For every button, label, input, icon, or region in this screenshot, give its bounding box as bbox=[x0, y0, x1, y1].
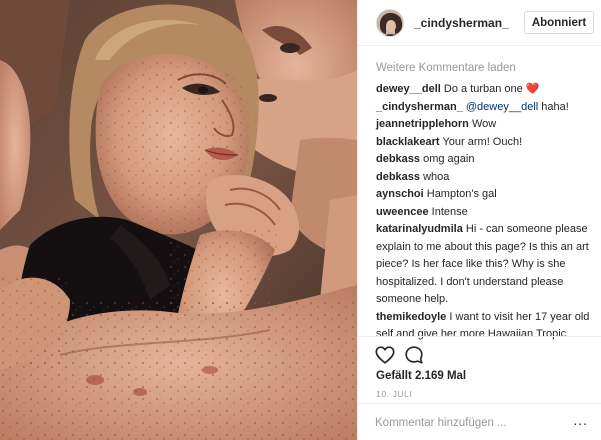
heart-emoji-icon: ❤️ bbox=[525, 83, 540, 95]
comment-item: _cindysherman_ @dewey__dell haha! bbox=[376, 99, 596, 117]
comment-author[interactable]: debkass bbox=[376, 171, 420, 183]
following-button[interactable]: Abonniert bbox=[524, 11, 594, 34]
post-author-username[interactable]: _cindysherman_ bbox=[414, 16, 509, 30]
comment-text: Do a turban one bbox=[443, 83, 523, 95]
comment-text: Wow bbox=[471, 118, 497, 130]
ellipsis-icon[interactable]: ... bbox=[573, 412, 588, 428]
comment-author[interactable]: _cindysherman_ bbox=[376, 101, 463, 113]
comment-mention-link[interactable]: @dewey__dell bbox=[466, 101, 538, 113]
post-date: 10. JULI bbox=[376, 389, 413, 399]
comment-text: whoa bbox=[423, 170, 450, 183]
comment-text: Intense bbox=[431, 205, 468, 218]
instagram-post: _cindysherman_ Abonniert Weitere Komment… bbox=[0, 0, 601, 440]
post-photo[interactable] bbox=[0, 0, 357, 440]
comment-item: debkass omg again bbox=[376, 151, 596, 169]
add-comment-bar: ... bbox=[358, 403, 601, 440]
comment-item: dewey__dell Do a turban one ❤️ bbox=[376, 81, 596, 99]
comment-item: aynschoi Hampton's gal bbox=[376, 186, 596, 204]
comment-item: jeannetripplehorn Wow bbox=[376, 116, 596, 134]
comment-text: Hampton's gal bbox=[426, 188, 497, 200]
comment-author[interactable]: uweencee bbox=[376, 206, 429, 218]
comment-author[interactable]: themikedoyle bbox=[376, 311, 446, 323]
load-more-comments-link[interactable]: Weitere Kommentare laden bbox=[376, 62, 596, 78]
comment-text: Your arm! Ouch! bbox=[442, 135, 523, 148]
post-header: _cindysherman_ Abonniert bbox=[358, 0, 601, 46]
comment-author[interactable]: katarinalyudmila bbox=[376, 223, 463, 235]
comment-text: Hi - can someone please explain to me ab… bbox=[376, 223, 589, 305]
comment-item: katarinalyudmila Hi - can someone please… bbox=[376, 221, 596, 309]
like-count[interactable]: Gefällt 2.169 Mal bbox=[376, 370, 466, 382]
comment-author[interactable]: dewey__dell bbox=[376, 83, 441, 95]
speech-bubble-icon[interactable] bbox=[403, 344, 425, 366]
comment-item: debkass whoa bbox=[376, 169, 596, 187]
avatar[interactable] bbox=[376, 8, 404, 37]
post-actions: Gefällt 2.169 Mal 10. JULI ... bbox=[358, 336, 601, 440]
comment-item: blacklakeart Your arm! Ouch! bbox=[376, 134, 596, 152]
comment-item: uweencee Intense bbox=[376, 204, 596, 222]
comment-author[interactable]: aynschoi bbox=[376, 188, 424, 200]
comment-author[interactable]: debkass bbox=[376, 153, 420, 165]
heart-outline-icon[interactable] bbox=[374, 344, 396, 366]
comment-author[interactable]: jeannetripplehorn bbox=[376, 118, 469, 130]
post-photo-artwork bbox=[0, 0, 357, 440]
comment-list: Weitere Kommentare laden dewey__dell Do … bbox=[376, 62, 596, 344]
comment-text: haha! bbox=[541, 100, 569, 113]
add-comment-input[interactable] bbox=[375, 413, 555, 433]
comment-text: omg again bbox=[423, 153, 475, 165]
post-side-panel: _cindysherman_ Abonniert Weitere Komment… bbox=[357, 0, 601, 440]
comment-author[interactable]: blacklakeart bbox=[376, 136, 440, 148]
